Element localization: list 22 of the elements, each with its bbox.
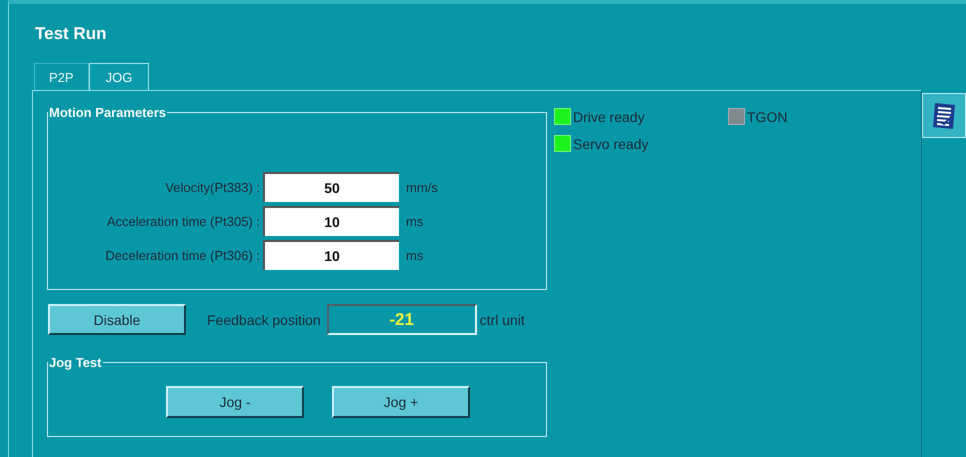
- window-title: Test Run: [34, 23, 108, 45]
- field-label: Velocity(Pt383) :: [164, 180, 260, 194]
- input-field[interactable]: 10: [263, 240, 399, 270]
- checklist-icon[interactable]: [922, 93, 966, 138]
- disable-button[interactable]: Disable: [48, 304, 186, 335]
- field-label: Acceleration time (Pt305) :: [106, 214, 260, 228]
- status-label: Drive ready: [573, 108, 645, 124]
- unit-label: ms: [406, 214, 424, 228]
- feedback-label: Feedback position: [207, 312, 321, 328]
- status-label: Servo ready: [573, 136, 648, 152]
- unit-label: ctrl unit: [480, 312, 525, 328]
- group-title: Jog Test: [48, 355, 102, 370]
- unit-label: ms: [406, 248, 424, 262]
- field-label: Deceleration time (Pt306) :: [104, 248, 260, 262]
- feedback-value: -21: [326, 304, 477, 335]
- jog-button[interactable]: Jog +: [332, 386, 470, 418]
- unit-label: mm/s: [406, 180, 438, 194]
- group-title: Motion Parameters: [48, 105, 168, 120]
- status-label: TGON: [747, 108, 788, 124]
- jog-button[interactable]: Jog -: [166, 386, 304, 418]
- input-field[interactable]: 50: [263, 172, 399, 202]
- input-field[interactable]: 10: [263, 206, 399, 236]
